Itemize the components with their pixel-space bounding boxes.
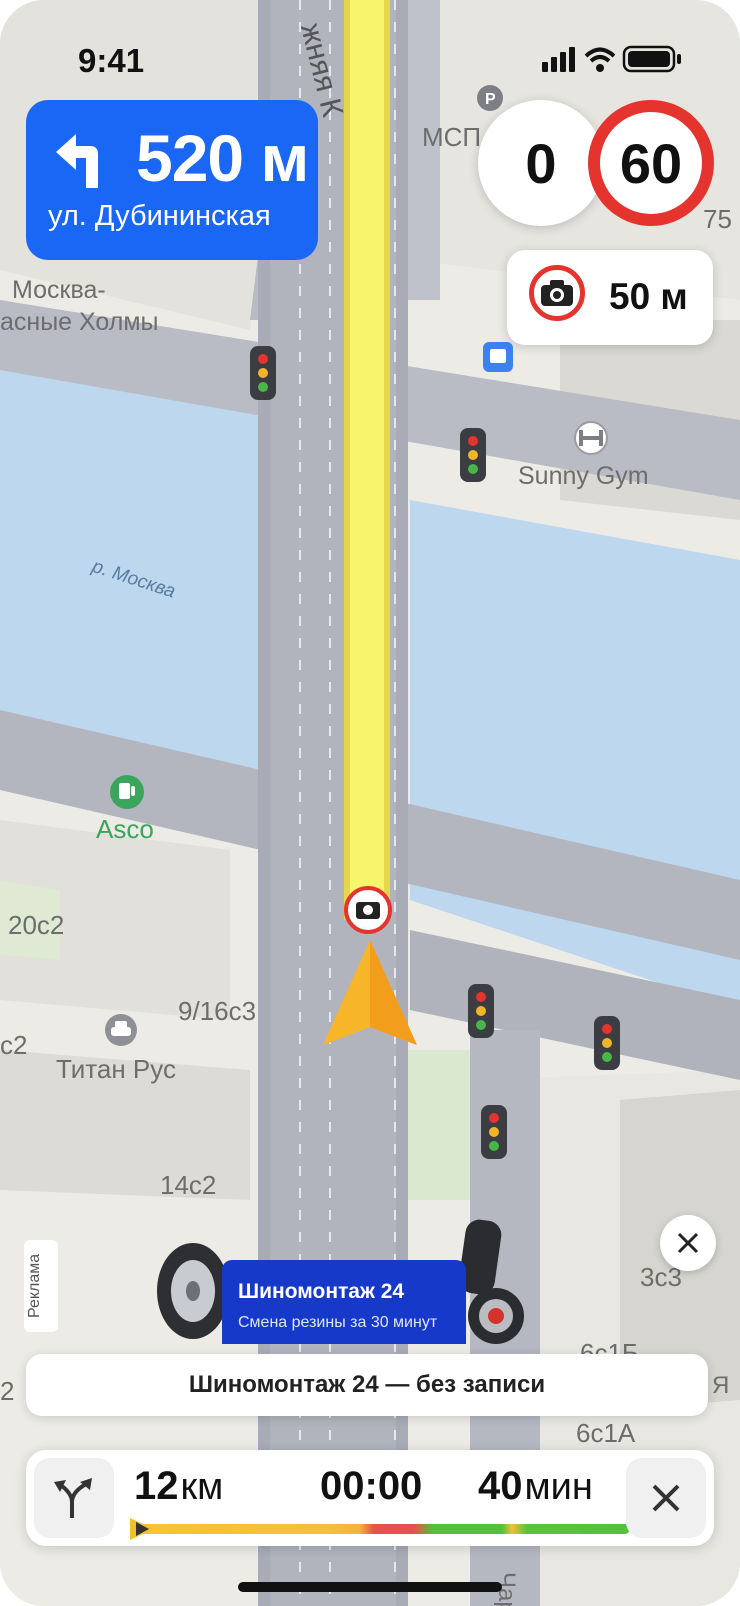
cellular-signal-icon <box>542 47 575 72</box>
maneuver-card[interactable]: 520 м ул. Дубининская <box>26 100 318 260</box>
ad-tag: Реклама <box>24 1240 58 1332</box>
route-distance-value: 12 <box>134 1464 179 1508</box>
bus-stop-icon[interactable] <box>483 342 513 372</box>
home-indicator[interactable] <box>238 1582 502 1592</box>
ad-banner[interactable]: Шиномонтаж 24 Смена резины за 30 минут <box>222 1260 466 1344</box>
route-fork-icon <box>54 1478 92 1518</box>
speed-camera-warning: 50 м <box>507 250 713 345</box>
camera-distance: 50 м <box>609 276 688 317</box>
ad-title: Шиномонтаж 24 <box>238 1280 405 1303</box>
camera-icon <box>529 265 585 321</box>
traffic-light-icon <box>250 346 276 400</box>
route-progress-bar <box>138 1524 630 1534</box>
map-label-asco: Asco <box>96 814 154 844</box>
map-label-75: 75 <box>703 204 732 234</box>
map-label-9-16c3: 9/16с3 <box>178 996 257 1026</box>
status-icons <box>538 44 688 79</box>
maneuver-distance: 520 м <box>136 121 309 195</box>
route-distance-unit: км <box>180 1466 224 1508</box>
map-label-titan: Титан Рус <box>56 1054 176 1084</box>
battery-icon <box>622 45 681 73</box>
close-icon <box>652 1484 680 1512</box>
route-duration-unit: мин <box>524 1466 593 1508</box>
car-service-icon[interactable] <box>105 1014 137 1046</box>
map-label-ya: Я <box>712 1372 730 1399</box>
alternative-routes-button[interactable] <box>34 1458 114 1538</box>
wifi-icon <box>584 47 616 72</box>
current-speed: 0 <box>478 100 604 226</box>
route-duration: 40мин <box>478 1464 593 1509</box>
map-label-district: Москва- <box>12 276 106 304</box>
speed-camera-marker-icon <box>344 886 392 934</box>
traffic-light-icon <box>594 1016 620 1070</box>
ad-cta-button[interactable]: Шиномонтаж 24 — без записи <box>26 1354 708 1416</box>
traffic-light-icon <box>468 984 494 1038</box>
speed-limit-sign: 60 <box>588 100 714 226</box>
ad-subtitle: Смена резины за 30 минут <box>238 1314 438 1331</box>
route-duration-value: 40 <box>478 1464 523 1508</box>
traffic-light-icon <box>481 1105 507 1159</box>
close-icon <box>677 1232 699 1254</box>
traffic-light-icon <box>460 428 486 482</box>
map-label-c2: c2 <box>0 1030 28 1060</box>
gym-icon[interactable] <box>574 421 608 455</box>
status-time: 9:41 <box>78 42 145 79</box>
ad-close-button[interactable] <box>660 1215 716 1271</box>
maneuver-street: ул. Дубининская <box>48 200 271 232</box>
map-label-gym: Sunny Gym <box>518 462 649 490</box>
map-label-20c2: 20с2 <box>8 910 65 940</box>
gas-station-icon[interactable] <box>110 775 144 809</box>
map-label-district-2: асные Холмы <box>0 308 159 336</box>
navigator-screen: P жняя К Москва- асные Холмы МСП 75 Sunn… <box>0 0 740 1606</box>
route-arrival-time: 00:00 <box>320 1464 423 1508</box>
route-distance: 12км <box>134 1464 223 1509</box>
map-label-two: 2 <box>0 1376 15 1406</box>
map-label-6c1a: 6с1А <box>576 1418 636 1448</box>
map-label-14c2: 14с2 <box>160 1170 217 1200</box>
status-bar: 9:41 <box>0 0 740 110</box>
ad-tag-label: Реклама <box>26 1253 43 1318</box>
turn-left-arrow-icon <box>56 134 98 188</box>
route-progress-marker-core <box>136 1522 149 1536</box>
end-navigation-button[interactable] <box>626 1458 706 1538</box>
map-label-mcp: МСП <box>422 122 482 152</box>
route-panel: 12км 00:00 40мин <box>26 1450 714 1546</box>
